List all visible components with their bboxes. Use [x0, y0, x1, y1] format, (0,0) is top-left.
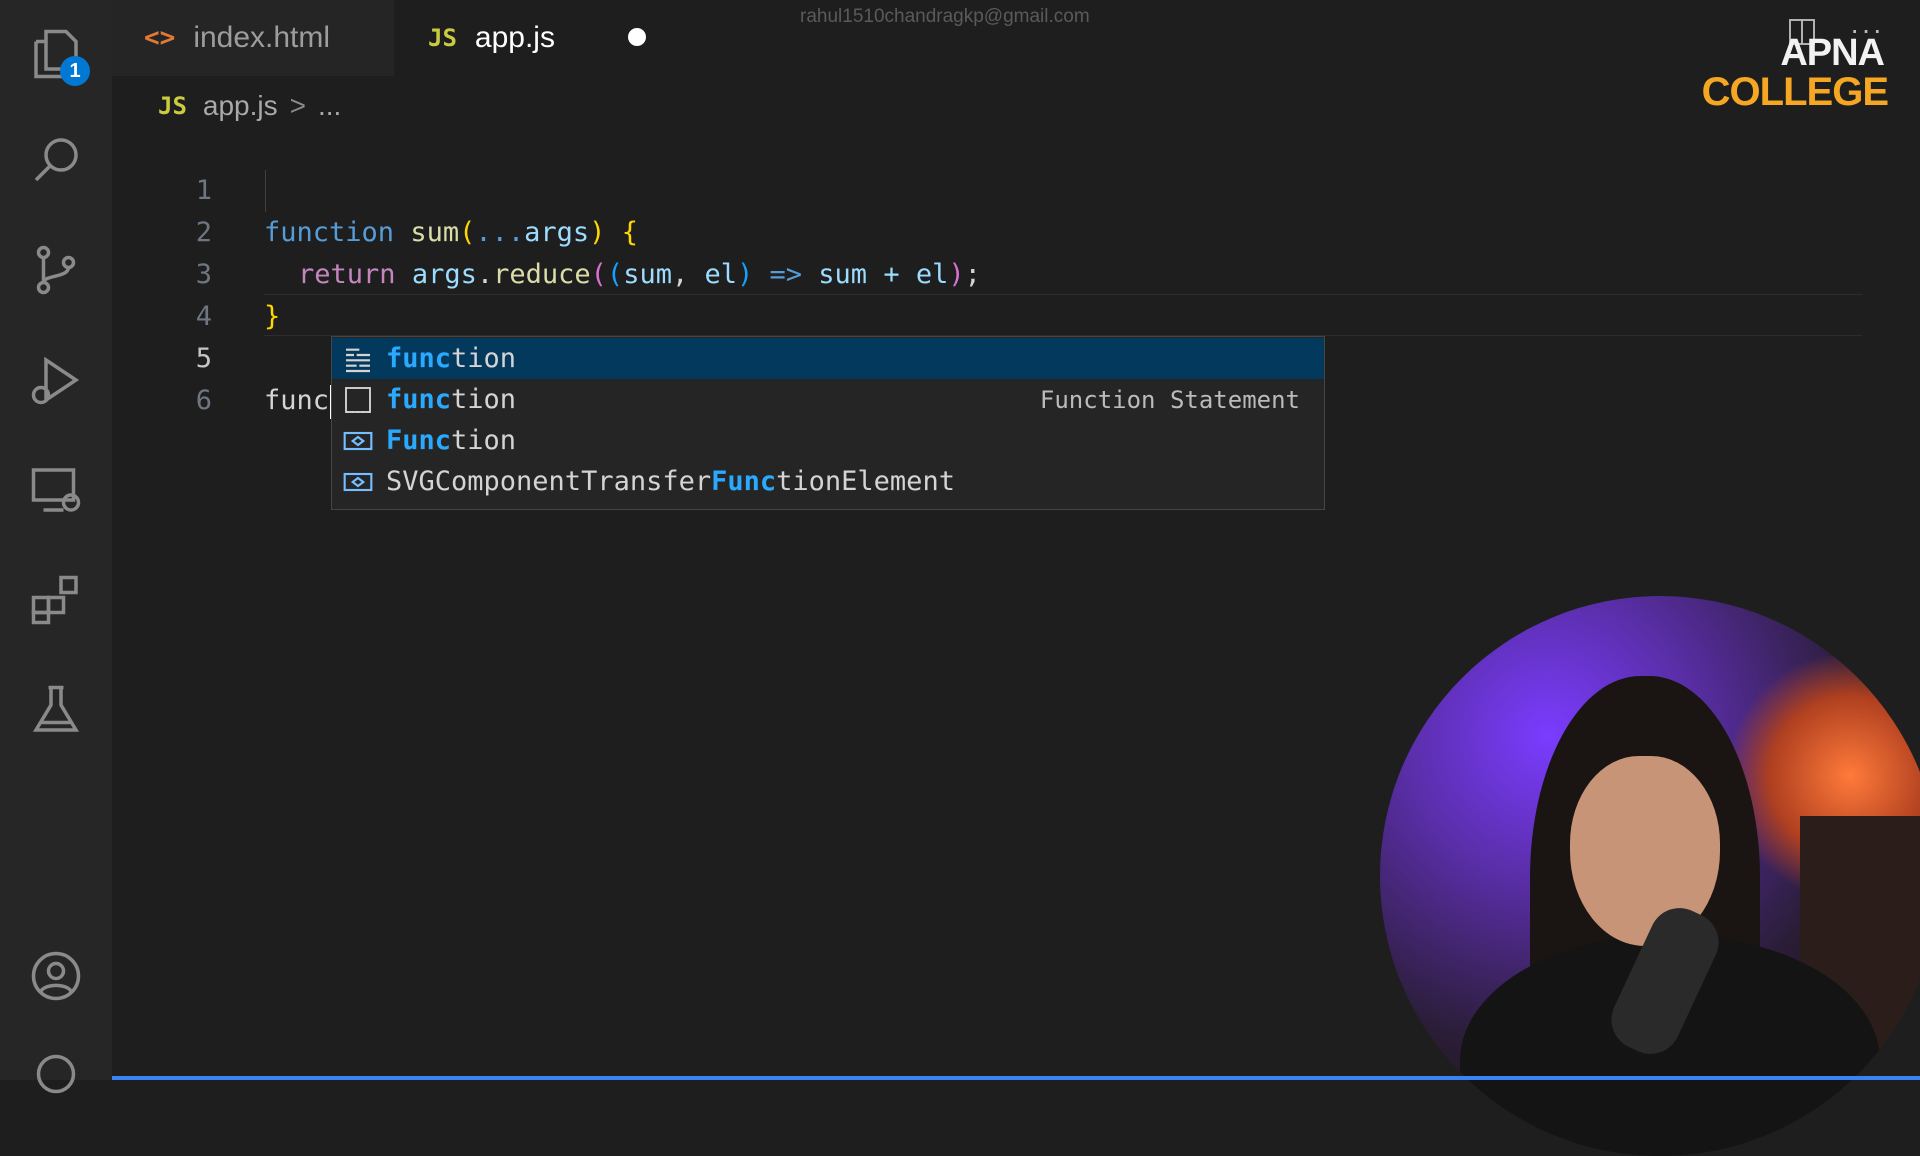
line-number: 3: [195, 259, 212, 290]
line-number: 6: [195, 385, 212, 416]
current-line-highlight: [264, 294, 1862, 336]
explorer-badge: 1: [60, 56, 90, 86]
breadcrumb-symbols[interactable]: ...: [318, 90, 341, 122]
line-number: 1: [195, 175, 212, 206]
html-file-icon: <>: [144, 23, 176, 53]
account-email: rahul1510chandragkp@gmail.com: [800, 6, 1090, 27]
accounts-icon[interactable]: [22, 942, 90, 1010]
variable-icon: [340, 464, 376, 500]
remote-explorer-icon[interactable]: [22, 456, 90, 524]
js-file-icon: JS: [428, 24, 457, 52]
autocomplete-suggestions: function function Function Statement Fun…: [331, 336, 1325, 510]
suggestion-item[interactable]: function Function Statement: [332, 379, 1324, 420]
code-line[interactable]: 6: [112, 338, 212, 416]
code-line[interactable]: 4: [112, 254, 212, 332]
activity-bar: 1: [0, 0, 112, 1094]
apna-college-logo: APNA COLLEGE: [1701, 32, 1889, 114]
unsaved-dot-icon[interactable]: [628, 28, 646, 46]
suggestion-detail: Function Statement: [1039, 385, 1300, 414]
keyword-snippet-icon: [340, 382, 376, 418]
settings-gear-icon[interactable]: [22, 1040, 90, 1108]
testing-icon[interactable]: [22, 676, 90, 744]
webcam-overlay: [1380, 596, 1920, 1156]
search-icon[interactable]: [22, 126, 90, 194]
tab-label: index.html: [193, 21, 331, 54]
tab-index-html[interactable]: <> index.html: [112, 0, 394, 76]
suggestion-item[interactable]: function: [332, 338, 1324, 379]
status-bar: [112, 1076, 1920, 1080]
breadcrumb: JS app.js > ...: [158, 84, 341, 128]
tab-label: app.js: [474, 21, 555, 54]
snippet-icon: [340, 341, 376, 377]
indent-guide: [265, 170, 266, 212]
source-control-icon[interactable]: [22, 236, 90, 304]
code-line[interactable]: 5 func: [112, 296, 333, 419]
extensions-icon[interactable]: [22, 566, 90, 634]
code-line[interactable]: 3 }: [112, 212, 281, 332]
suggestion-item[interactable]: SVGComponentTransferFunctionElement: [332, 461, 1324, 502]
line-number: 2: [195, 217, 212, 248]
breadcrumb-file[interactable]: app.js: [203, 90, 278, 122]
variable-icon: [340, 423, 376, 459]
typed-text: func: [264, 385, 330, 416]
chevron-right-icon: >: [289, 90, 306, 121]
code-line[interactable]: 1 function sum(...args) {: [112, 128, 638, 248]
code-line[interactable]: 2 return args.reduce((sum, el) => sum + …: [112, 170, 981, 290]
line-number: 4: [195, 301, 212, 332]
suggestion-item[interactable]: Function: [332, 420, 1324, 461]
line-number: 5: [195, 343, 212, 374]
run-debug-icon[interactable]: [22, 346, 90, 414]
js-file-icon: JS: [158, 92, 187, 120]
